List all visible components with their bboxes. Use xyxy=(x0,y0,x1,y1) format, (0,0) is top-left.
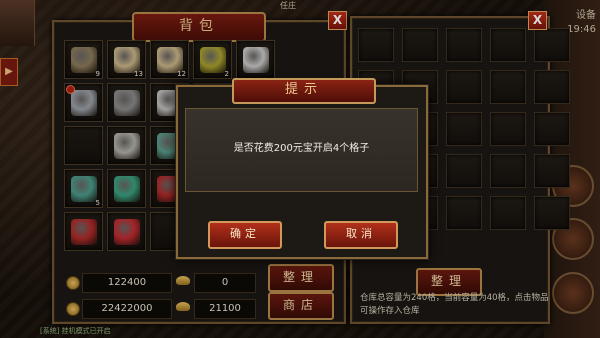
confirm-dialog: 提示 是否花费200元宝开启4个格子 确定 取消 xyxy=(176,78,428,259)
system-status-text: [系统] 挂机模式已开启 xyxy=(40,327,111,335)
dialog-message: 是否花费200元宝开启4个格子 xyxy=(233,143,370,154)
confirm-button[interactable]: 确定 xyxy=(208,221,282,249)
dialog-title: 提示 xyxy=(232,78,376,104)
cancel-button[interactable]: 取消 xyxy=(324,221,398,249)
dialog-body: 是否花费200元宝开启4个格子 xyxy=(185,108,418,192)
